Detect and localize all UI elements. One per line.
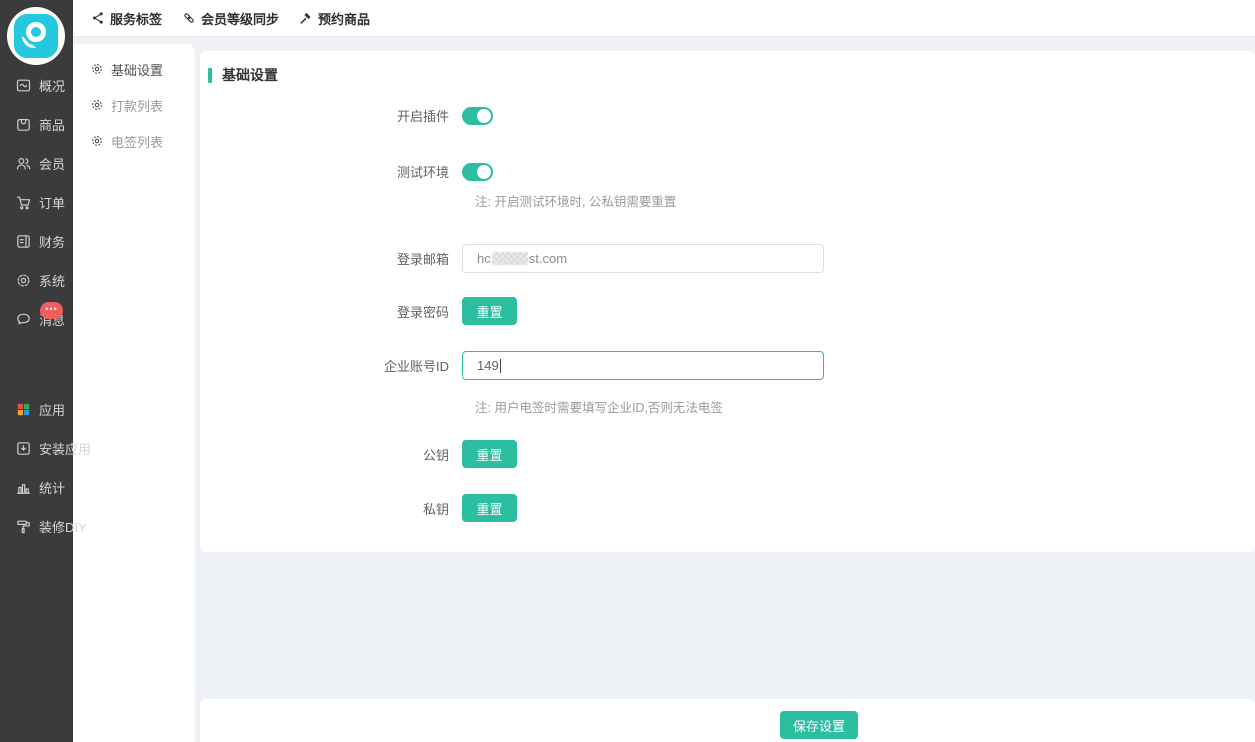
- email-prefix: hc: [477, 251, 491, 266]
- text-caret: [500, 359, 501, 373]
- sidebar-item-esign-list[interactable]: 电签列表: [73, 123, 195, 159]
- company-id-value: 149: [477, 358, 499, 373]
- row-login-email: 登录邮箱 hc st.com: [200, 244, 1255, 273]
- title-accent-bar: [208, 68, 212, 83]
- goods-icon: [15, 116, 32, 133]
- row-public-key: 公钥 重置: [200, 440, 1255, 468]
- field-label: 公钥: [200, 445, 462, 464]
- sidebar-item-label: 安装应用: [39, 439, 91, 458]
- sidebar-item-label: 电签列表: [111, 132, 163, 151]
- row-private-key: 私钥 重置: [200, 494, 1255, 522]
- row-login-password: 登录密码 重置: [200, 297, 1255, 325]
- test-env-toggle[interactable]: [462, 163, 493, 181]
- page: 概况 商品 会员 订单 财务 系统: [0, 0, 1255, 742]
- tab-label: 预约商品: [318, 9, 370, 28]
- company-id-input[interactable]: 149: [462, 351, 824, 380]
- save-bar: 保存设置: [200, 699, 1255, 742]
- redacted-mosaic: [492, 252, 528, 265]
- section-title: 基础设置: [208, 65, 278, 85]
- gavel-icon: [299, 11, 313, 25]
- sidebar-item-label: 财务: [39, 232, 65, 251]
- sidebar-item-label: 基础设置: [111, 60, 163, 79]
- sidebar-item-finance[interactable]: 财务: [0, 222, 73, 261]
- field-label: 开启插件: [200, 106, 462, 125]
- field-label: 企业账号ID: [200, 356, 462, 375]
- tab-member-level-sync[interactable]: 会员等级同步: [182, 9, 279, 28]
- apps-icon: [15, 401, 32, 418]
- field-label: 私钥: [200, 499, 462, 518]
- orders-icon: [15, 194, 32, 211]
- tab-label: 服务标签: [110, 9, 162, 28]
- stats-icon: [15, 479, 32, 496]
- sidebar-item-label: 商品: [39, 115, 65, 134]
- app-logo-mark: [14, 14, 58, 58]
- toggle-knob: [477, 165, 491, 179]
- sidebar-item-label: 概况: [39, 76, 65, 95]
- sidebar-item-messages[interactable]: 消息 •••: [0, 300, 73, 339]
- link-icon: [182, 11, 196, 25]
- sidebar-item-system[interactable]: 系统: [0, 261, 73, 300]
- reset-password-button[interactable]: 重置: [462, 297, 517, 325]
- diy-icon: [15, 518, 32, 535]
- reset-public-key-button[interactable]: 重置: [462, 440, 517, 468]
- gear-icon: [90, 134, 104, 148]
- section-title-text: 基础设置: [222, 65, 278, 85]
- top-tab-bar: 服务标签 会员等级同步 预约商品: [73, 0, 1255, 37]
- sidebar-item-basic-settings[interactable]: 基础设置: [73, 51, 195, 87]
- system-icon: [15, 272, 32, 289]
- settings-sidebar: 基础设置 打款列表 电签列表: [73, 44, 195, 742]
- sidebar-item-orders[interactable]: 订单: [0, 183, 73, 222]
- message-icon: [15, 311, 32, 328]
- enable-plugin-toggle[interactable]: [462, 107, 493, 125]
- save-settings-button[interactable]: 保存设置: [780, 711, 858, 739]
- sidebar-item-goods[interactable]: 商品: [0, 105, 73, 144]
- sidebar-item-payment-list[interactable]: 打款列表: [73, 87, 195, 123]
- tab-service-tags[interactable]: 服务标签: [91, 9, 162, 28]
- sidebar-item-label: 会员: [39, 154, 65, 173]
- basic-settings-panel: 基础设置 开启插件 测试环境 注: 开启测试环境时, 公私钥需要重置 登录邮箱 …: [200, 51, 1255, 552]
- sidebar-item-overview[interactable]: 概况: [0, 66, 73, 105]
- sidebar-item-label: 系统: [39, 271, 65, 290]
- login-email-input[interactable]: hc st.com: [462, 244, 824, 273]
- finance-icon: [15, 233, 32, 250]
- email-suffix: st.com: [529, 251, 567, 266]
- row-test-env: 测试环境: [200, 162, 1255, 181]
- test-env-note: 注: 开启测试环境时, 公私钥需要重置: [475, 191, 676, 210]
- sidebar-item-label: 应用: [39, 400, 65, 419]
- gear-icon: [90, 62, 104, 76]
- sidebar-item-label: 订单: [39, 193, 65, 212]
- sidebar-item-stats[interactable]: 统计: [0, 468, 73, 507]
- sidebar-item-label: 统计: [39, 478, 65, 497]
- sidebar-nav-secondary: 应用 安装应用 统计 装修DIY: [0, 390, 73, 546]
- sidebar-item-label: 打款列表: [111, 96, 163, 115]
- sidebar-item-label: 装修DIY: [39, 517, 87, 536]
- tab-label: 会员等级同步: [201, 9, 279, 28]
- install-app-icon: [15, 440, 32, 457]
- reset-private-key-button[interactable]: 重置: [462, 494, 517, 522]
- row-company-id: 企业账号ID 149: [200, 351, 1255, 380]
- sidebar-item-apps[interactable]: 应用: [0, 390, 73, 429]
- app-logo[interactable]: [7, 7, 65, 65]
- sidebar-nav-primary: 概况 商品 会员 订单 财务 系统: [0, 66, 73, 339]
- members-icon: [15, 155, 32, 172]
- sidebar-item-diy[interactable]: 装修DIY: [0, 507, 73, 546]
- share-icon: [91, 11, 105, 25]
- main-sidebar: 概况 商品 会员 订单 财务 系统: [0, 0, 73, 742]
- messages-badge[interactable]: •••: [40, 302, 63, 319]
- field-label: 测试环境: [200, 162, 462, 181]
- toggle-knob: [477, 109, 491, 123]
- field-label: 登录密码: [200, 302, 462, 321]
- tab-reserved-goods[interactable]: 预约商品: [299, 9, 370, 28]
- sidebar-item-members[interactable]: 会员: [0, 144, 73, 183]
- row-enable-plugin: 开启插件: [200, 106, 1255, 125]
- overview-icon: [15, 77, 32, 94]
- field-label: 登录邮箱: [200, 249, 462, 268]
- company-id-note: 注: 用户电签时需要填写企业ID,否则无法电签: [475, 397, 723, 416]
- sidebar-item-install-app[interactable]: 安装应用: [0, 429, 73, 468]
- gear-icon: [90, 98, 104, 112]
